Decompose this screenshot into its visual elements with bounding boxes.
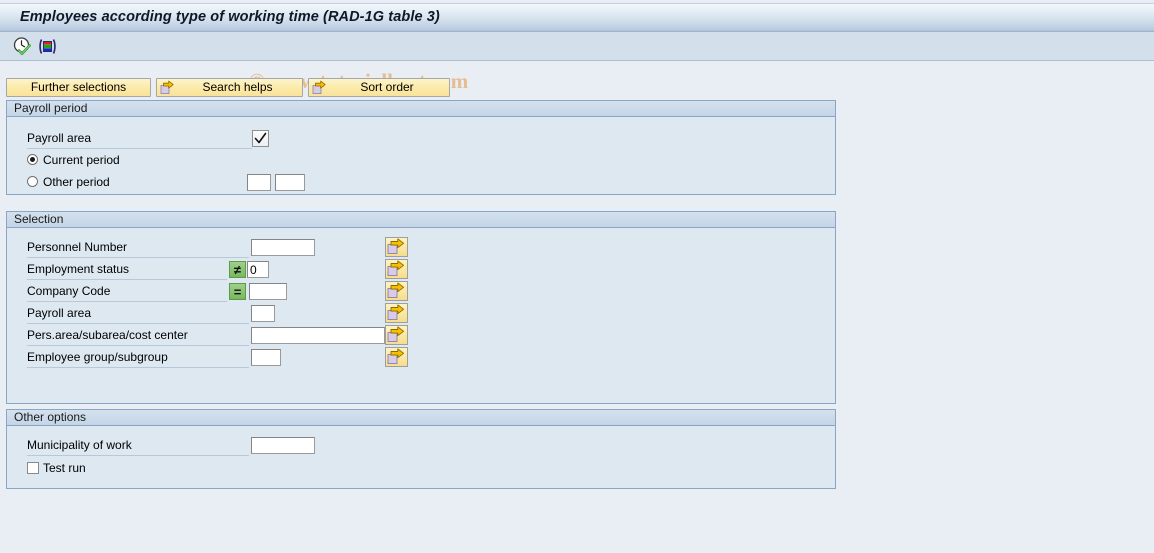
employment-status-label: Employment status [27,259,227,280]
payroll-area-selection-label: Payroll area [27,303,249,324]
clock-check-icon[interactable] [12,36,33,57]
company-code-input[interactable] [249,283,287,300]
selection-panel: Selection Personnel Number Employment st… [6,211,836,404]
employment-status-multiple-selection-button[interactable] [385,259,408,279]
search-helps-button[interactable]: Search helps [156,78,303,97]
personnel-area-row: Pers.area/subarea/cost center [7,325,835,346]
payroll-area-label: Payroll area [27,128,252,149]
payroll-area-multiple-selection-button[interactable] [385,303,408,323]
not-equal-operator-icon[interactable]: ≠ [229,261,246,278]
further-selections-button[interactable]: Further selections [6,78,151,97]
other-period-field-2[interactable] [275,174,305,191]
other-period-radio[interactable]: Other period [27,173,110,191]
personnel-number-multiple-selection-button[interactable] [385,237,408,257]
municipality-of-work-label: Municipality of work [27,435,249,456]
window-title-bar: Employees according type of working time… [0,3,1154,32]
other-period-radio-marker [27,176,38,187]
municipality-of-work-input[interactable] [251,437,315,454]
employee-group-multiple-selection-button[interactable] [385,347,408,367]
page-title: Employees according type of working time… [20,9,440,25]
search-helps-label: Search helps [202,80,273,94]
other-options-panel-body: Municipality of work Test run [7,426,835,489]
personnel-number-row: Personnel Number [7,237,835,258]
other-options-panel: Other options Municipality of work Test … [6,409,836,489]
current-period-label: Current period [43,153,120,167]
employee-group-row: Employee group/subgroup [7,347,835,368]
current-period-radio[interactable]: Current period [27,151,120,169]
payroll-period-panel: Payroll period Payroll area Current peri… [6,100,836,195]
other-period-field-1[interactable] [247,174,271,191]
other-options-panel-title: Other options [7,410,835,426]
sort-order-label: Sort order [360,80,414,94]
other-period-label: Other period [43,175,110,189]
employee-group-input[interactable] [251,349,281,366]
payroll-period-panel-body: Payroll area Current period Other period [7,117,835,195]
employment-status-input[interactable] [247,261,269,278]
test-run-label: Test run [43,461,86,475]
personnel-area-multiple-selection-button[interactable] [385,325,408,345]
employment-status-row: Employment status ≠ [7,259,835,280]
company-code-multiple-selection-button[interactable] [385,281,408,301]
selection-panel-body: Personnel Number Employment status ≠ 0 C… [7,228,835,404]
test-run-checkbox[interactable]: Test run [27,459,86,477]
selection-panel-title: Selection [7,212,835,228]
employee-group-label: Employee group/subgroup [27,347,249,368]
application-toolbar: © www.tutorialkart.com [0,32,1154,93]
payroll-area-selection-row: Payroll area [7,303,835,324]
color-bars-icon[interactable] [37,36,58,57]
equal-operator-glyph: = [233,284,242,299]
current-period-radio-marker [27,154,38,165]
company-code-label: Company Code [27,281,227,302]
not-equal-operator-glyph: ≠ [233,262,242,277]
arrow-right-icon [312,80,327,95]
company-code-row: Company Code = [7,281,835,302]
municipality-of-work-row: Municipality of work [7,435,835,456]
payroll-area-matchcode-button[interactable] [252,130,269,147]
test-run-checkbox-marker [27,462,39,474]
personnel-area-input[interactable] [251,327,385,344]
payroll-area-selection-input[interactable] [251,305,275,322]
personnel-number-input[interactable] [251,239,315,256]
sort-order-button[interactable]: Sort order [308,78,450,97]
personnel-number-label: Personnel Number [27,237,249,258]
arrow-right-icon [160,80,175,95]
payroll-period-panel-title: Payroll period [7,101,835,117]
equal-operator-icon[interactable]: = [229,283,246,300]
payroll-area-row: Payroll area [7,128,835,149]
personnel-area-label: Pers.area/subarea/cost center [27,325,249,346]
